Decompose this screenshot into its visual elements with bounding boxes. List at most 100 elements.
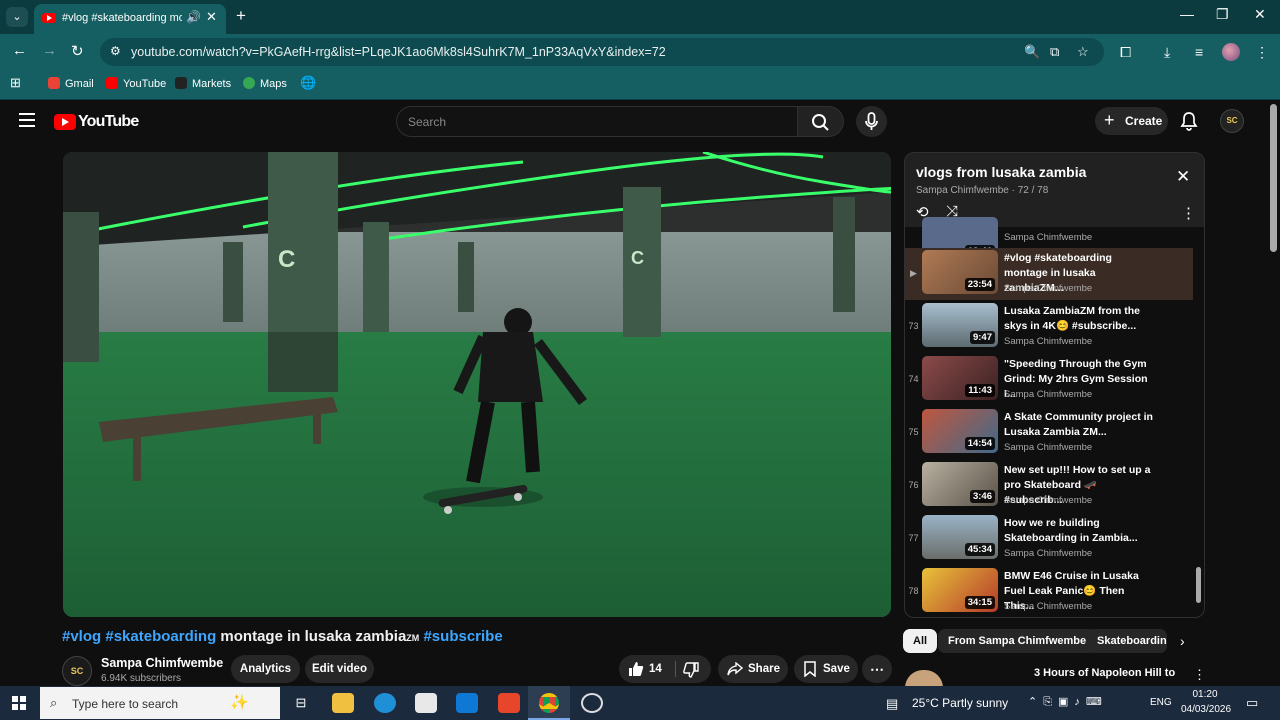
brave-icon[interactable] [498,693,520,713]
bookmark-markets[interactable]: Markets [175,77,231,90]
chip-skateboarding[interactable]: Skateboarding [1087,629,1167,653]
back-button[interactable]: ← [12,42,27,59]
browser-menu-icon[interactable]: ⋮ [1255,44,1269,61]
playlist-item[interactable]: 75 14:54 A Skate Community project in Lu… [905,407,1193,459]
weather-text[interactable]: 25°C Partly sunny [912,696,1008,710]
taskbar-search-placeholder: Type here to search [72,697,179,711]
playlist-title[interactable]: vlogs from lusaka zambia [916,164,1086,180]
cast-icon[interactable]: ⧉ [1050,44,1059,60]
share-label: Share [748,663,780,675]
taskbar-search-input[interactable]: ⌕ Type here to search ✨ [40,687,280,719]
chrome-taskbar-button[interactable] [528,686,570,720]
bookmark-star-icon[interactable]: ☆ [1077,44,1089,60]
address-bar[interactable]: ⚙ youtube.com/watch?v=PkGAefH-rrg&list=P… [100,38,1104,66]
site-info-icon[interactable]: ⚙ [110,44,121,58]
search-button[interactable] [798,106,844,137]
playlist-scrollbar[interactable] [1196,567,1201,603]
edit-video-button[interactable]: Edit video [305,655,374,683]
playlist-item[interactable]: 74 11:43 "Speeding Through the Gym Grind… [905,354,1193,406]
search-input[interactable]: Search [396,106,798,137]
outlook-icon[interactable] [456,693,478,713]
index: 76 [908,480,919,490]
new-tab-button[interactable]: + [236,6,246,26]
tab-search-button[interactable]: ⌄ [6,7,28,27]
reload-button[interactable]: ↻ [71,42,84,60]
recommended-title[interactable]: 3 Hours of Napoleon Hill to [1034,667,1175,679]
bookmark-gmail[interactable]: Gmail [48,77,94,90]
page-scrollbar[interactable] [1270,104,1277,252]
playlist-item[interactable]: 78 34:15 BMW E46 Cruise in Lusaka Fuel L… [905,566,1193,617]
windows-start-icon[interactable] [12,696,26,710]
chips-next-icon[interactable]: › [1180,633,1185,649]
globe-icon[interactable]: 🌐 [300,75,316,91]
plus-icon: + [1104,110,1115,130]
video-player[interactable]: C C [63,152,891,617]
thumbnail: 3:46 [922,462,998,506]
zoom-icon[interactable]: 🔍 [1024,44,1040,60]
more-actions-button[interactable]: ⋯ [862,655,892,683]
browser-tab-strip: ⌄ #vlog #skateboarding mon 🔊 ✕ + — ❐ ✕ [0,0,1280,34]
edge-icon[interactable] [374,693,396,713]
save-button[interactable]: Save [794,655,858,683]
language-indicator[interactable]: ENG [1150,697,1172,708]
apps-grid-icon[interactable]: ⊞ [10,75,21,91]
thumbnail: 9:47 [922,303,998,347]
playlist-item[interactable]: 76 3:46 New set up!!! How to set up a pr… [905,460,1193,512]
account-avatar[interactable]: SC [1220,109,1244,133]
minimize-button[interactable]: — [1180,6,1194,22]
close-playlist-icon[interactable]: ✕ [1176,167,1190,187]
store-icon[interactable] [415,693,437,713]
channel-avatar[interactable]: SC [62,656,92,686]
tab-audio-icon[interactable]: 🔊 [186,10,201,24]
hashtag-subscribe[interactable]: #subscribe [423,628,502,645]
notifications-center-icon[interactable]: ▭ [1246,695,1258,711]
youtube-logo-text[interactable]: YouTube [78,113,139,131]
share-button[interactable]: Share [718,655,788,683]
analytics-button[interactable]: Analytics [231,655,300,683]
youtube-logo-icon[interactable] [54,114,76,130]
recommended-more-icon[interactable]: ⋮ [1193,667,1206,683]
create-button[interactable]: + Create [1095,107,1168,135]
voice-search-button[interactable] [856,106,887,137]
download-icon[interactable]: ⤓ [1164,44,1170,61]
index: 77 [908,533,919,543]
playlist-item-current[interactable]: ▶ 23:54 #vlog #skateboarding montage in … [905,248,1193,300]
clock-time[interactable]: 01:20 [1180,689,1230,700]
notifications-button[interactable] [1180,111,1198,136]
hashtag-skateboarding[interactable]: #skateboarding [105,628,216,645]
playlist-item[interactable]: 73 9:47 Lusaka ZambiaZM from the skys in… [905,301,1193,353]
forward-button[interactable]: → [42,42,57,59]
maps-icon [243,77,255,89]
url-text[interactable]: youtube.com/watch?v=PkGAefH-rrg&list=PLq… [131,45,666,59]
bookmark-youtube[interactable]: YouTube [106,77,166,90]
hashtag-vlog[interactable]: #vlog [62,628,101,645]
bookmark-maps[interactable]: Maps [243,77,287,90]
channel: Sampa Chimfwembe [1004,389,1093,400]
menu-icon[interactable] [19,113,35,131]
channel-name[interactable]: Sampa Chimfwembe [101,656,223,670]
duration: 11:43 [965,384,995,397]
thumbs-up-icon [629,662,644,676]
like-button[interactable]: 14 [619,655,673,683]
active-tab[interactable]: #vlog #skateboarding mon 🔊 ✕ [34,4,226,34]
thumbnail: 45:34 [922,515,998,559]
task-view-icon[interactable]: ⊟ [290,693,312,713]
chip-from-channel[interactable]: From Sampa Chimfwembe [938,629,1097,653]
system-tray-icons[interactable]: ⌃⎘▣♪⌨ [1028,695,1108,709]
playlist-item[interactable]: 77 45:34 How we re building Skateboardin… [905,513,1193,565]
index: 74 [908,374,919,384]
profile-avatar[interactable] [1222,43,1240,61]
file-explorer-icon[interactable] [332,693,354,713]
video-title: Lusaka ZambiaZM from the skys in 4K😊 #su… [1004,305,1140,332]
gauge-app-icon[interactable] [581,693,603,713]
dislike-button[interactable] [677,655,711,683]
extensions-icon[interactable]: ⧠ [1120,44,1131,61]
close-window-button[interactable]: ✕ [1254,6,1266,23]
chip-all[interactable]: All [903,629,938,653]
clock-date[interactable]: 04/03/2026 [1177,704,1235,715]
tab-close-icon[interactable]: ✕ [206,9,217,25]
media-control-icon[interactable]: ≡ [1195,44,1203,60]
maximize-button[interactable]: ❐ [1216,6,1229,23]
chrome-icon [539,693,559,713]
channel: Sampa Chimfwembe [1004,336,1093,347]
